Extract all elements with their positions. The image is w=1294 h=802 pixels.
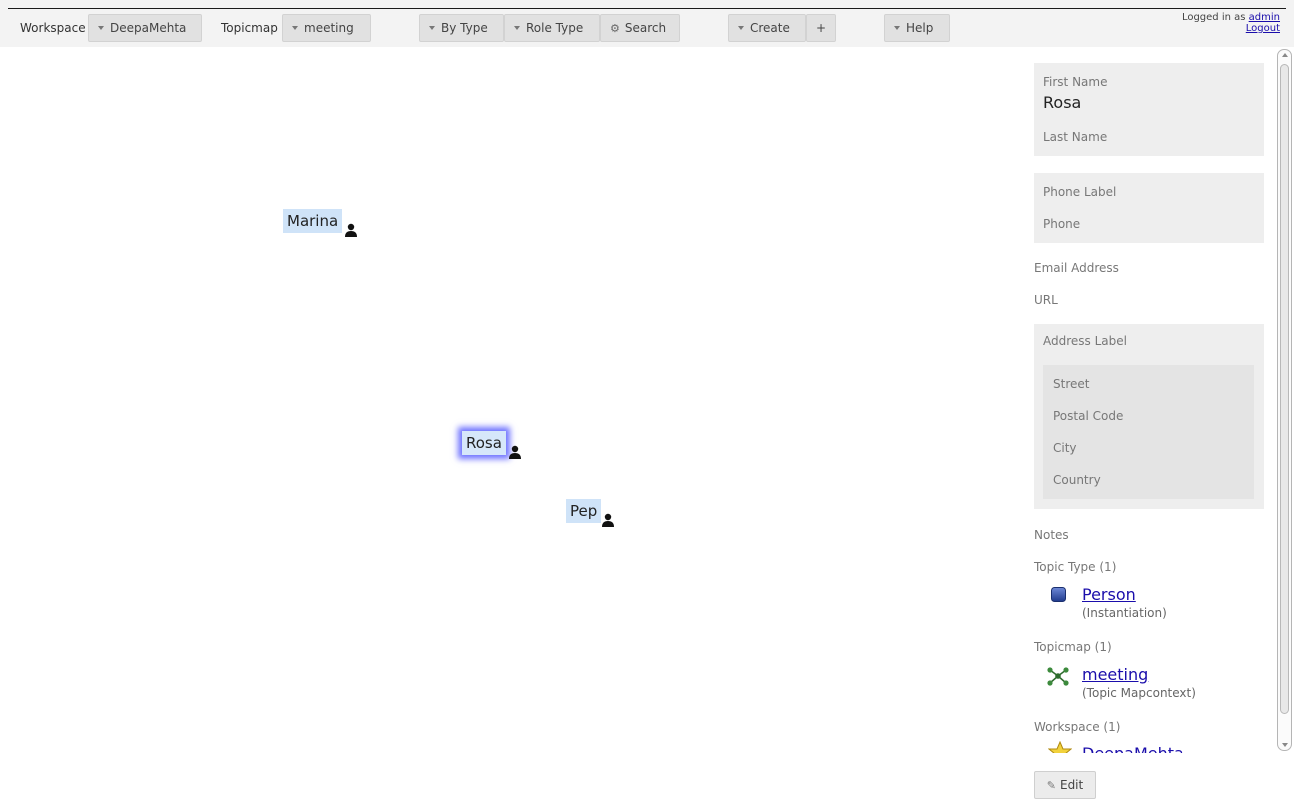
- chevron-down-icon: [738, 25, 744, 30]
- toolbar-top-rule: [8, 8, 1286, 9]
- topic-pep[interactable]: Pep: [566, 499, 602, 523]
- topicmap-link[interactable]: meeting: [1082, 665, 1148, 684]
- person-icon: [602, 513, 614, 527]
- topic-rosa[interactable]: Rosa: [462, 431, 506, 455]
- topicmap-canvas[interactable]: Marina Rosa Pep: [0, 47, 1006, 802]
- edit-button-label: Edit: [1059, 778, 1084, 792]
- city-label: City: [1053, 441, 1077, 455]
- scroll-down-arrow-icon[interactable]: [1282, 743, 1288, 747]
- person-icon: [509, 445, 521, 459]
- role-type-button[interactable]: Role Type: [504, 14, 600, 42]
- add-button[interactable]: +: [806, 14, 836, 42]
- help-label: Help: [906, 21, 934, 35]
- gear-icon: ⚙: [610, 22, 620, 35]
- workspace-select[interactable]: DeepaMehta: [88, 14, 202, 42]
- search-button[interactable]: ⚙ Search: [600, 14, 680, 42]
- chevron-down-icon: [429, 25, 435, 30]
- workspace-link[interactable]: DeepaMehta: [1082, 744, 1184, 753]
- country-label: Country: [1053, 473, 1101, 487]
- workspace-select-value: DeepaMehta: [110, 21, 187, 35]
- create-label: Create: [750, 21, 790, 35]
- by-type-label: By Type: [441, 21, 488, 35]
- create-button[interactable]: Create: [728, 14, 806, 42]
- first-name-label: First Name: [1043, 75, 1108, 89]
- notes-label: Notes: [1034, 528, 1069, 542]
- chevron-down-icon: [894, 25, 900, 30]
- topic-type-association: (Instantiation): [1082, 606, 1167, 620]
- pencil-icon: ✎: [1046, 779, 1056, 792]
- first-name-value: Rosa: [1043, 93, 1082, 112]
- username-link[interactable]: admin: [1249, 12, 1280, 23]
- help-button[interactable]: Help: [884, 14, 950, 42]
- address-label-label: Address Label: [1043, 334, 1127, 348]
- search-label: Search: [624, 21, 667, 35]
- topic-type-header: Topic Type (1): [1034, 560, 1117, 574]
- phone-label: Phone: [1043, 217, 1081, 231]
- chevron-down-icon: [98, 25, 104, 30]
- detail-scroll-area[interactable]: First Name Rosa Last Name Phone Label Ph…: [1020, 47, 1278, 753]
- last-name-label: Last Name: [1043, 130, 1108, 144]
- phone-box: [1034, 173, 1264, 243]
- chevron-down-icon: [514, 25, 520, 30]
- postal-code-label: Postal Code: [1053, 409, 1124, 423]
- topicmap-select[interactable]: meeting: [282, 14, 371, 42]
- login-status: Logged in as admin Logout: [1182, 12, 1280, 34]
- person-type-icon: [1051, 587, 1066, 602]
- toolbar: Workspace DeepaMehta Topicmap meeting By…: [0, 0, 1294, 47]
- chevron-down-icon: [292, 25, 298, 30]
- topic-type-link[interactable]: Person: [1082, 585, 1136, 604]
- person-icon: [345, 223, 357, 237]
- login-prefix: Logged in as: [1181, 12, 1246, 23]
- topic-marina[interactable]: Marina: [283, 209, 343, 233]
- role-type-label: Role Type: [526, 21, 584, 35]
- topicmap-header: Topicmap (1): [1034, 640, 1112, 654]
- url-label: URL: [1034, 293, 1058, 307]
- email-address-label: Email Address: [1034, 261, 1119, 275]
- workspace-header: Workspace (1): [1034, 720, 1121, 734]
- scroll-up-arrow-icon[interactable]: [1282, 53, 1288, 57]
- edit-button[interactable]: ✎ Edit: [1034, 771, 1096, 799]
- logout-link[interactable]: Logout: [1246, 23, 1280, 34]
- detail-panel: First Name Rosa Last Name Phone Label Ph…: [1006, 47, 1294, 802]
- phone-label-label: Phone Label: [1043, 185, 1117, 199]
- detail-scrollbar[interactable]: [1277, 49, 1292, 751]
- workspace-icon: [1048, 741, 1072, 753]
- street-label: Street: [1053, 377, 1090, 391]
- topicmap-association: (Topic Mapcontext): [1082, 686, 1196, 700]
- topic-label: Rosa: [466, 434, 502, 452]
- by-type-button[interactable]: By Type: [419, 14, 504, 42]
- topicmap-select-value: meeting: [304, 21, 354, 35]
- topicmap-label: Topicmap: [221, 21, 278, 35]
- add-label: +: [815, 21, 827, 35]
- scrollbar-thumb[interactable]: [1280, 64, 1289, 714]
- topicmap-icon: [1047, 667, 1069, 686]
- workspace-label: Workspace: [20, 21, 86, 35]
- topic-label: Pep: [570, 502, 598, 520]
- topic-label: Marina: [287, 212, 339, 230]
